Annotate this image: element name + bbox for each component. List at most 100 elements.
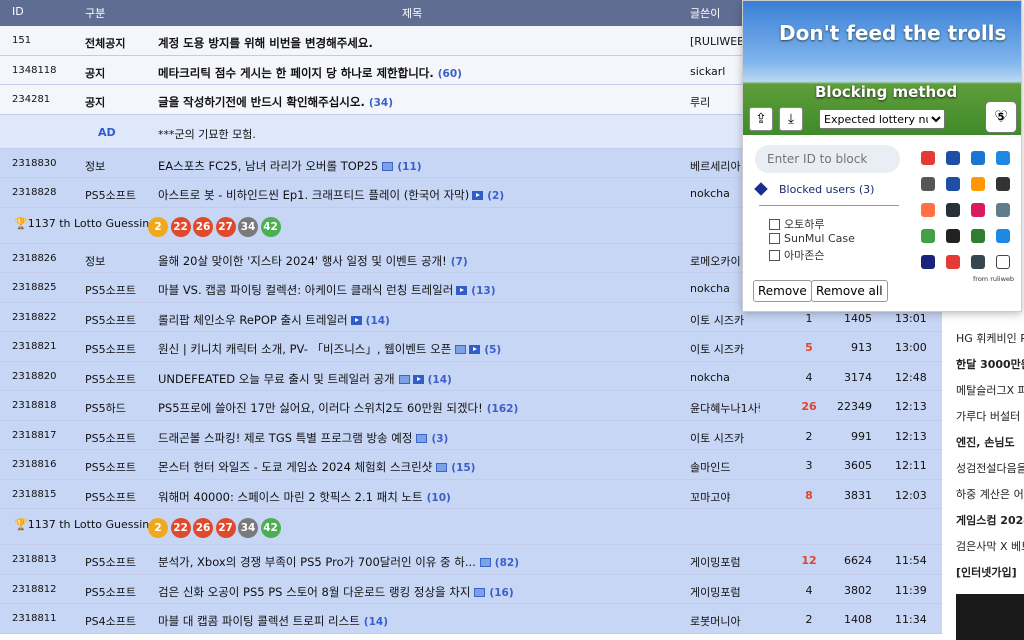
row-writer[interactable]: 꼬마고야 (690, 489, 760, 505)
row-title-cell[interactable]: 몬스터 헌터 와일즈 - 도쿄 게임쇼 2024 체험회 스크린샷 (15) (158, 459, 683, 475)
row-title-cell[interactable]: 마블 VS. 캡콤 파이팅 컬렉션: 아케이드 클래식 런칭 트레일러 (13) (158, 282, 683, 298)
sidebar-link[interactable]: 가루다 버설터 (956, 408, 1020, 424)
row-title-cell[interactable]: 메타크리틱 점수 게시는 한 페이지 당 하나로 제한합니다. (60) (158, 65, 683, 81)
row-title-cell[interactable]: 계정 도용 방지를 위해 비번을 변경해주세요. (158, 35, 683, 51)
site-icon[interactable] (921, 255, 935, 269)
site-icon[interactable] (921, 151, 935, 165)
row-title-cell[interactable]: 롤리팝 체인소우 RePOP 출시 트레일러 (14) (158, 312, 683, 328)
site-icon[interactable] (996, 229, 1010, 243)
sidebar-link[interactable]: 메탈슬러그X 파 (956, 382, 1024, 398)
site-icon[interactable] (971, 203, 985, 217)
blocking-method-select[interactable]: Expected lottery nu (819, 109, 945, 129)
download-icon[interactable]: ⤓ (779, 107, 803, 131)
upload-icon[interactable]: ⇪ (749, 107, 773, 131)
sidebar-link[interactable]: [인터넷가입] (956, 564, 1017, 580)
site-icon[interactable] (971, 229, 985, 243)
row-title[interactable]: 메타크리틱 점수 게시는 한 페이지 당 하나로 제한합니다. (158, 66, 434, 80)
remove-all-button[interactable]: Remove all (811, 280, 888, 302)
site-icon[interactable] (921, 203, 935, 217)
sidebar-link[interactable]: 검은사막 X 베트 (956, 538, 1024, 554)
row-title[interactable]: 올해 20살 맞이한 '지스타 2024' 행사 일정 및 이벤트 공개! (158, 254, 447, 268)
checkbox[interactable] (769, 250, 780, 261)
row-title-cell[interactable]: 원신 | 키니치 캐릭터 소개, PV- 「비즈니스」, 웹이벤트 오픈 (5) (158, 341, 683, 357)
site-icon[interactable] (971, 255, 985, 269)
row-title[interactable]: 검은 신화 오공이 PS5 PS 스토어 8월 다운로드 랭킹 정상을 차지 (158, 585, 470, 599)
row-title[interactable]: 아스트로 봇 - 비하인드씬 Ep1. 크래프티드 플레이 (한국어 자막) (158, 188, 469, 202)
row-title-cell[interactable]: UNDEFEATED 오늘 무료 출시 및 트레일러 공개 (14) (158, 371, 683, 387)
row-title[interactable]: 워해머 40000: 스페이스 마린 2 핫픽스 2.1 패치 노트 (158, 490, 423, 504)
row-writer[interactable]: 게이밍포럼 (690, 554, 760, 570)
site-icon[interactable] (996, 177, 1010, 191)
heart-icon[interactable]: ♡ 5 (985, 101, 1017, 133)
site-icon[interactable] (946, 203, 960, 217)
post-row[interactable]: 2318818 PS5하드 PS5프로에 쓸아진 17만 싫어요, 이러다 스위치2… (0, 391, 942, 421)
post-row[interactable]: 2318820 PS5소프트 UNDEFEATED 오늘 무료 출시 및 트레일러 … (0, 361, 942, 391)
row-title[interactable]: 롤리팝 체인소우 RePOP 출시 트레일러 (158, 313, 348, 327)
row-title[interactable]: 마블 VS. 캡콤 파이팅 컬렉션: 아케이드 클래식 런칭 트레일러 (158, 283, 453, 297)
row-title-cell[interactable]: 검은 신화 오공이 PS5 PS 스토어 8월 다운로드 랭킹 정상을 차지 (1… (158, 584, 683, 600)
sidebar-link[interactable]: 성검전설다음을 (956, 460, 1024, 476)
post-row[interactable]: 2318812 PS5소프트 검은 신화 오공이 PS5 PS 스토어 8월 다운로… (0, 574, 942, 604)
row-title[interactable]: 몬스터 헌터 와일즈 - 도쿄 게임쇼 2024 체험회 스크린샷 (158, 460, 432, 474)
row-title-cell[interactable]: 워해머 40000: 스페이스 마린 2 핫픽스 2.1 패치 노트 (10) (158, 489, 683, 505)
row-title-cell[interactable]: 올해 20살 맞이한 '지스타 2024' 행사 일정 및 이벤트 공개! (7) (158, 253, 683, 269)
post-row[interactable]: 2318811 PS4소프트 마블 대 캡콤 파이팅 콜렉션 트로피 리스트 (14)… (0, 604, 942, 634)
post-row[interactable]: 2318821 PS5소프트 원신 | 키니치 캐릭터 소개, PV- 「비즈니스」… (0, 332, 942, 362)
ad-title[interactable]: ***군의 기묘한 모험. (158, 126, 256, 142)
row-title-cell[interactable]: 아스트로 봇 - 비하인드씬 Ep1. 크래프티드 플레이 (한국어 자막) (2… (158, 187, 683, 203)
remove-button[interactable]: Remove (753, 280, 812, 302)
row-title-cell[interactable]: EA스포츠 FC25, 남녀 라리가 오버롤 TOP25 (11) (158, 158, 683, 174)
row-title[interactable]: 글을 작성하기전에 반드시 확인해주십시오. (158, 95, 365, 109)
site-icon[interactable] (946, 151, 960, 165)
sidebar-link[interactable]: 하중 계산은 어 (956, 486, 1024, 502)
row-writer[interactable]: 게이밍포럼 (690, 584, 760, 600)
sidebar-link[interactable]: 한달 3000만원 (956, 356, 1024, 372)
row-title[interactable]: EA스포츠 FC25, 남녀 라리가 오버롤 TOP25 (158, 159, 378, 173)
blocked-user-item[interactable]: 아마존슨 (769, 247, 824, 263)
blocked-user-item[interactable]: SunMul Case (769, 232, 855, 245)
row-writer[interactable]: 로봇머니아 (690, 613, 760, 629)
row-title[interactable]: 원신 | 키니치 캐릭터 소개, PV- 「비즈니스」, 웹이벤트 오픈 (158, 342, 451, 356)
row-id: 2318811 (12, 613, 57, 624)
row-title[interactable]: 드래곤볼 스파킹! 제로 TGS 특별 프로그램 방송 예정 (158, 431, 412, 445)
post-row[interactable]: 2318817 PS5소프트 드래곤볼 스파킹! 제로 TGS 특별 프로그램 방송… (0, 420, 942, 450)
row-writer[interactable]: 이토 시즈카 (690, 430, 760, 446)
row-title-cell[interactable]: 드래곤볼 스파킹! 제로 TGS 특별 프로그램 방송 예정 (3) (158, 430, 683, 446)
row-writer[interactable]: 이토 시즈카 (690, 341, 760, 357)
row-title[interactable]: 마블 대 캡콤 파이팅 콜렉션 트로피 리스트 (158, 614, 360, 628)
site-icon[interactable] (996, 255, 1010, 269)
site-icon[interactable] (996, 151, 1010, 165)
row-id: 2318821 (12, 341, 57, 352)
sidebar-link[interactable]: HG 휘케비인 R (956, 330, 1024, 346)
block-id-input[interactable] (755, 145, 900, 173)
row-title[interactable]: UNDEFEATED 오늘 무료 출시 및 트레일러 공개 (158, 372, 395, 386)
site-icon[interactable] (921, 177, 935, 191)
sidebar-thumbnail[interactable] (956, 594, 1024, 640)
row-title[interactable]: 계정 도용 방지를 위해 비번을 변경해주세요. (158, 36, 373, 50)
row-writer[interactable]: 이토 시즈카 (690, 312, 760, 328)
site-icon[interactable] (996, 203, 1010, 217)
row-title-cell[interactable]: 글을 작성하기전에 반드시 확인해주십시오. (34) (158, 94, 683, 110)
row-writer[interactable]: 윤다혜누나1사랑 (690, 400, 760, 416)
row-title[interactable]: PS5프로에 쓸아진 17만 싫어요, 이러다 스위치2도 60만원 되겠다! (158, 401, 483, 415)
row-writer[interactable]: 솔마인드 (690, 459, 760, 475)
site-icon[interactable] (946, 229, 960, 243)
sidebar-link[interactable]: 엔진, 손님도 (956, 434, 1015, 450)
row-title-cell[interactable]: 마블 대 캡콤 파이팅 콜렉션 트로피 리스트 (14) (158, 613, 683, 629)
post-row[interactable]: 2318813 PS5소프트 분석가, Xbox의 경쟁 부족이 PS5 Pro가 … (0, 545, 942, 575)
row-title[interactable]: 분석가, Xbox의 경쟁 부족이 PS5 Pro가 700달러인 이유 중 하… (158, 555, 476, 569)
row-title-cell[interactable]: 분석가, Xbox의 경쟁 부족이 PS5 Pro가 700달러인 이유 중 하… (158, 554, 683, 570)
site-icon[interactable] (946, 177, 960, 191)
row-title-cell[interactable]: PS5프로에 쓸아진 17만 싫어요, 이러다 스위치2도 60만원 되겠다!(… (158, 400, 683, 416)
site-icon[interactable] (921, 229, 935, 243)
post-row[interactable]: 2318816 PS5소프트 몬스터 헌터 와일즈 - 도쿄 게임쇼 2024 체험… (0, 450, 942, 480)
row-writer[interactable]: nokcha (690, 371, 760, 384)
site-icon[interactable] (946, 255, 960, 269)
checkbox[interactable] (769, 233, 780, 244)
blocked-user-item[interactable]: 오토하루 (769, 216, 824, 232)
post-row[interactable]: 2318815 PS5소프트 워해머 40000: 스페이스 마린 2 핫픽스 2.… (0, 479, 942, 509)
checkbox[interactable] (769, 219, 780, 230)
site-icon[interactable] (971, 177, 985, 191)
site-icon[interactable] (971, 151, 985, 165)
sidebar-link[interactable]: 게임스컴 2024 (956, 512, 1024, 528)
